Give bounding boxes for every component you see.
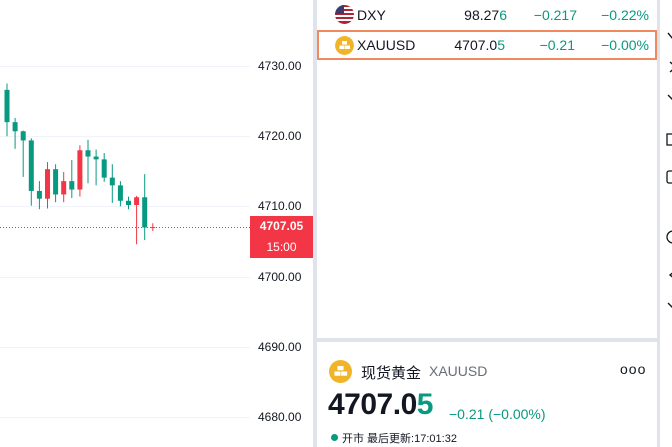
candle-body: [142, 197, 148, 228]
axis-label: 4730.00: [258, 59, 302, 73]
candle: [53, 164, 59, 203]
axis-label: 4680.00: [258, 410, 302, 424]
candle-body: [28, 140, 34, 191]
current-price: 4707.05: [328, 388, 433, 421]
candle-body: [77, 150, 83, 190]
candle: [12, 117, 18, 149]
candle: [20, 130, 26, 177]
candle: [69, 160, 75, 198]
last-price: 98.276: [464, 7, 507, 23]
last-price: 4707.05: [454, 37, 505, 53]
candle: [126, 196, 131, 210]
gold-bars-icon: [329, 360, 352, 383]
candle: [77, 145, 83, 197]
candle: [85, 139, 91, 184]
candle-body: [109, 177, 115, 186]
axis-label: 4720.00: [258, 129, 302, 143]
change-value: −0.217: [533, 7, 577, 23]
candle: [150, 223, 156, 231]
candle-body: [117, 185, 123, 201]
candle: [134, 195, 140, 245]
calendar-icon[interactable]: [666, 132, 672, 146]
candle-body: [69, 181, 75, 190]
symbol-label: DXY: [357, 7, 386, 23]
candle-body: [126, 200, 131, 205]
candle-body: [20, 131, 26, 141]
candle-body: [93, 156, 99, 160]
gold-bars-icon: [335, 36, 354, 55]
chevron-icon[interactable]: [666, 60, 672, 74]
watchlist-row-dxy[interactable]: DXY 98.276 −0.217 −0.22%: [317, 0, 657, 30]
candle: [117, 181, 123, 207]
bar-countdown-tag: 15:00: [250, 236, 313, 258]
status-dot: [331, 434, 338, 441]
candle-body: [101, 159, 107, 178]
change-percent: −0.00%: [601, 37, 649, 53]
candle-body: [61, 181, 67, 195]
candle: [36, 181, 42, 210]
change-value: −0.21: [539, 37, 575, 53]
hotlist-icon[interactable]: [666, 92, 672, 106]
candle: [45, 162, 50, 209]
more-options-button[interactable]: ooo: [620, 361, 646, 377]
ideas-icon[interactable]: [666, 300, 672, 314]
candle: [93, 149, 99, 186]
symbol-name: 现货黄金: [361, 365, 422, 382]
arrow-icon[interactable]: [666, 268, 672, 282]
price-change: −0.21 (−0.00%): [449, 406, 546, 422]
candle: [4, 83, 10, 137]
candle-body: [12, 122, 18, 132]
symbol-label: XAUUSD: [357, 37, 416, 53]
notes-icon[interactable]: [666, 170, 672, 184]
candle-body: [134, 197, 140, 205]
candle: [28, 138, 34, 206]
candle: [142, 174, 148, 241]
help-icon[interactable]: [666, 230, 672, 244]
watchlist: DXY 98.276 −0.217 −0.22% XAUUSD 4707.05 …: [317, 0, 657, 338]
axis-label: 4700.00: [258, 270, 302, 284]
candle-body: [45, 169, 50, 199]
market-status: 开市 最后更新:17:01:32: [331, 430, 457, 446]
axis-label: 4710.00: [258, 199, 302, 213]
candle: [109, 164, 115, 203]
us-flag-icon: [335, 5, 354, 24]
candle-body: [4, 89, 10, 123]
change-percent: −0.22%: [601, 7, 649, 23]
alert-icon[interactable]: [666, 30, 672, 44]
right-toolbar: [660, 0, 672, 447]
price-chart[interactable]: [0, 0, 250, 447]
watchlist-row-xauusd[interactable]: XAUUSD 4707.05 −0.21 −0.00%: [317, 30, 657, 60]
axis-label: 4690.00: [258, 340, 302, 354]
symbol-details: 现货黄金 XAUUSD ooo 4707.05 −0.21 (−0.00%) 开…: [317, 342, 657, 447]
candle-body: [85, 150, 91, 157]
candle-body: [36, 190, 42, 199]
symbol-ticker: XAUUSD: [429, 363, 488, 379]
candle-body: [150, 227, 156, 229]
candle-body: [53, 169, 59, 195]
candle: [101, 153, 107, 182]
current-price-tag: 4707.05: [250, 216, 313, 236]
candle: [61, 172, 67, 203]
